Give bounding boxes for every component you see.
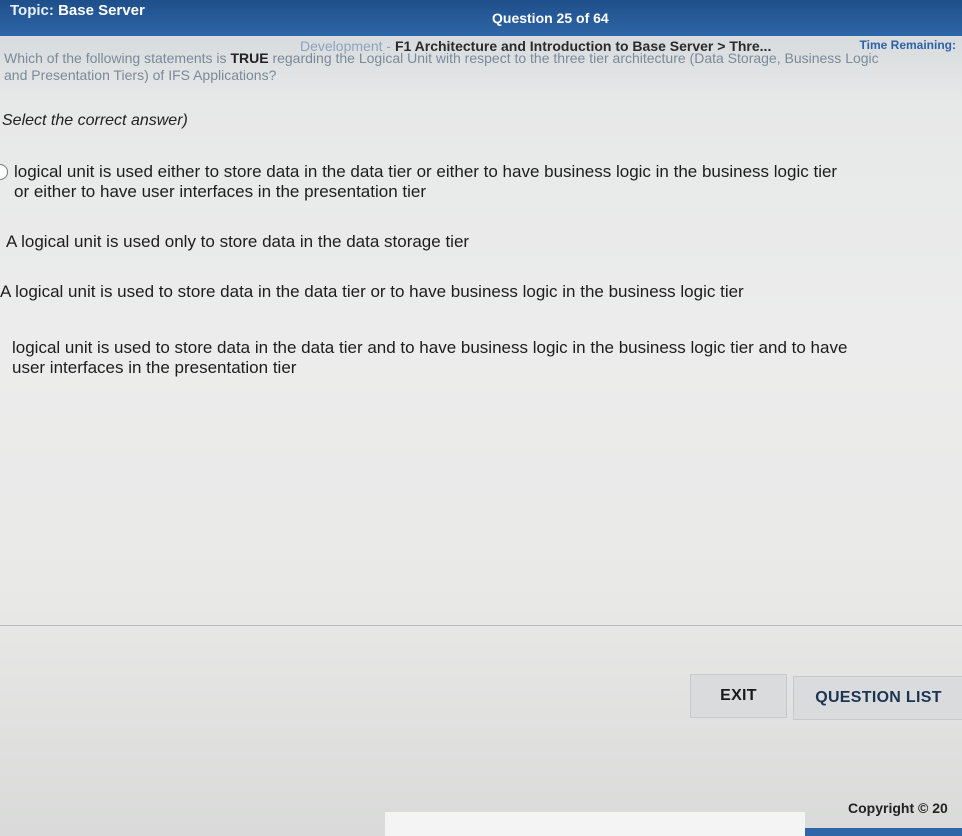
- question-emphasis: TRUE: [230, 50, 269, 66]
- answer-option-3[interactable]: A logical unit is used to store data in …: [0, 282, 880, 302]
- question-text-part1: Which of the following statements is: [4, 50, 231, 66]
- answer-option-1[interactable]: logical unit is used either to store dat…: [0, 162, 840, 202]
- topic-name: Base Server: [58, 2, 145, 19]
- question-counter: Question 25 of 64: [492, 10, 609, 26]
- topic-breadcrumb: Topic: Base Server: [10, 2, 145, 19]
- answer-option-text: A logical unit is used to store data in …: [0, 282, 744, 301]
- answer-option-text: logical unit is used either to store dat…: [14, 162, 838, 201]
- answer-option-text: logical unit is used to store data in th…: [12, 338, 848, 377]
- footer-divider: [0, 625, 962, 626]
- answer-option-2[interactable]: A logical unit is used only to store dat…: [0, 232, 860, 252]
- topic-label: Topic:: [10, 2, 54, 19]
- answer-option-4[interactable]: logical unit is used to store data in th…: [0, 338, 880, 378]
- instruction-text: Select the correct answer): [2, 112, 188, 129]
- bottom-panel: [385, 812, 805, 836]
- question-text: Which of the following statements is TRU…: [4, 50, 904, 84]
- copyright-text: Copyright © 20: [848, 800, 948, 816]
- exit-button[interactable]: EXIT: [690, 674, 787, 718]
- question-list-button[interactable]: QUESTION LIST: [793, 676, 962, 720]
- answer-option-text: A logical unit is used only to store dat…: [6, 232, 470, 251]
- bottom-accent-bar: [805, 828, 962, 836]
